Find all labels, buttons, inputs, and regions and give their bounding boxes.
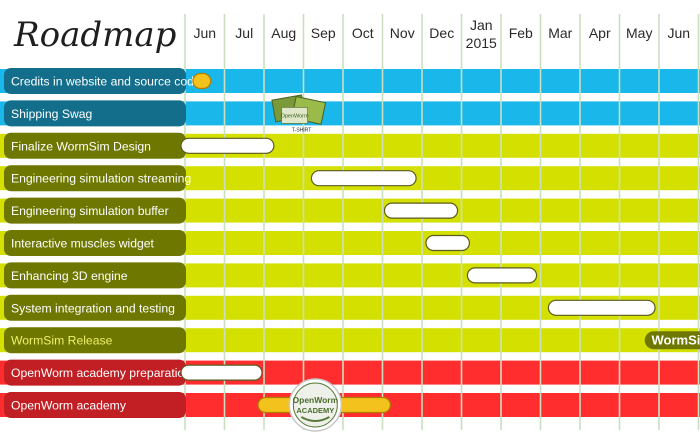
badge-text: OpenWorm [281,113,309,119]
task-label: OpenWorm academy [11,399,127,413]
task-bar [547,299,656,316]
task-label-tab: OpenWorm academy preparation [4,359,191,386]
task-label: Interactive muscles widget [11,237,155,251]
roadmap-chart: Credits in website and source code Shippi… [0,14,700,432]
badge-subtext: ACADEMY [296,406,334,415]
release-badge-text: WormSim [652,333,700,348]
task-label: Enhancing 3D engine [11,269,128,283]
month-label: Apr [589,25,611,41]
month-label: Sep [311,25,336,41]
task-label: OpenWorm academy preparation [11,366,191,380]
task-label-tab: Engineering simulation buffer [4,197,186,224]
month-label: Jan [470,17,493,33]
task-bar [383,202,459,219]
task-label-tab: WormSim Release [4,327,186,354]
task-bar [425,234,471,252]
month-label: Aug [271,25,296,41]
task-bar [180,137,275,154]
openworm-academy-badge: OpenWormACADEMY [288,378,343,432]
wormsim-release-logo: WormSim [644,331,700,350]
year-label: 2015 [466,35,497,51]
task-label: System integration and testing [11,301,175,315]
month-label: Mar [548,25,572,41]
month-label: Jun [193,25,216,41]
task-bar-highlight [192,72,212,90]
month-label: Jun [667,25,690,41]
month-label: Feb [509,25,533,41]
task-label: Shipping Swag [11,107,92,121]
task-label-tab: Engineering simulation streaming [4,165,191,192]
task-label: WormSim Release [11,334,113,348]
task-label-tab: System integration and testing [4,294,186,321]
task-label-tab: Credits in website and source code [4,68,201,94]
task-label: Credits in website and source code [11,75,201,89]
task-bar [310,170,417,187]
swag-tshirt-badge: OpenWorm T-SHIRT [271,94,327,133]
month-label: Nov [390,25,415,41]
task-label-tab: Shipping Swag [4,100,186,127]
chart-title: Roadmap [13,15,176,55]
task-label: Engineering simulation buffer [11,204,169,218]
task-bar [180,364,263,381]
task-label-tab: Enhancing 3D engine [4,262,186,289]
month-label: Oct [352,25,374,41]
task-label-tab: Finalize WormSim Design [4,132,186,159]
month-header: Jun Jul Aug Sep Oct Nov Dec Jan 2015 Feb Mar Apr May… [193,17,690,51]
task-label: Engineering simulation streaming [11,172,191,186]
task-labels: Credits in website and source code Shippi… [4,68,201,418]
task-label: Finalize WormSim Design [11,139,151,153]
badge-text: OpenWorm [293,395,339,405]
month-label: Jul [235,25,253,41]
task-label-tab: OpenWorm academy [4,392,186,418]
task-bar [466,267,538,284]
month-label: May [626,25,652,41]
month-label: Dec [429,25,454,41]
task-label-tab: Interactive muscles widget [4,230,186,256]
badge-subtext: T-SHIRT [292,127,311,133]
